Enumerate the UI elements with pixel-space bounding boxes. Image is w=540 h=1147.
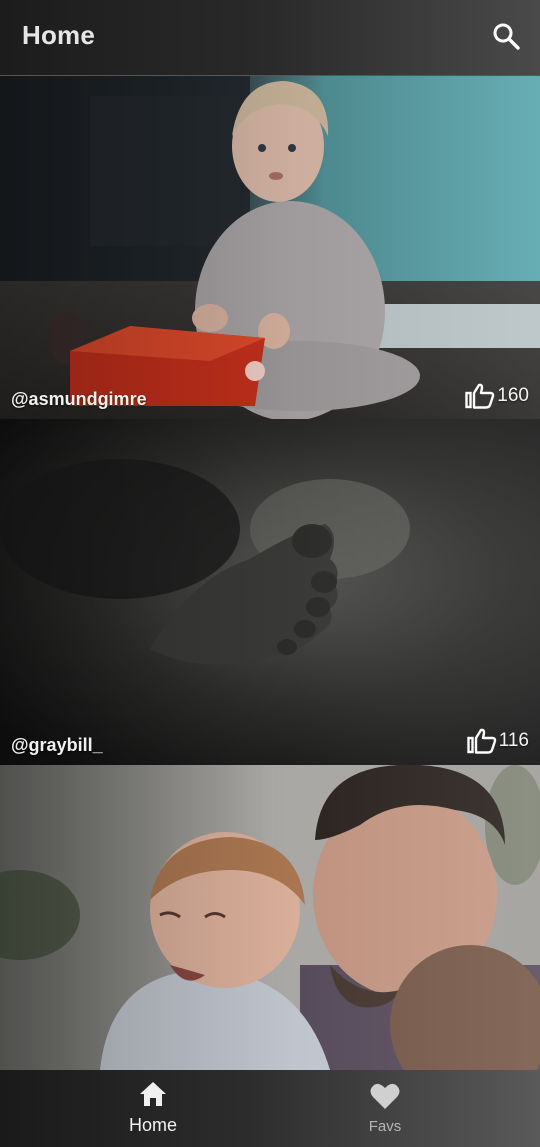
photo-feed[interactable]: @asmundgimre 160 @graybill_ 116 — [0, 76, 540, 1070]
thumbs-up-icon — [467, 728, 497, 754]
photo-baby-with-toy — [0, 76, 540, 419]
bottom-navigation: Home Favs — [0, 1070, 540, 1147]
home-icon — [139, 1081, 167, 1112]
author-handle[interactable]: @asmundgimre — [11, 389, 147, 410]
nav-favs-label: Favs — [368, 1118, 402, 1135]
like-button[interactable]: 160 — [465, 383, 529, 409]
like-button[interactable]: 116 — [467, 728, 529, 754]
like-count: 160 — [497, 385, 529, 406]
nav-home[interactable]: Home — [18, 1070, 288, 1147]
author-handle[interactable]: @graybill_ — [11, 735, 103, 756]
heart-icon — [370, 1082, 400, 1115]
photo-card[interactable] — [0, 765, 540, 1070]
app-bar: Home — [0, 0, 540, 76]
photo-baby-foot — [0, 419, 540, 765]
photo-father-and-baby — [0, 765, 540, 1070]
nav-favs[interactable]: Favs — [250, 1070, 520, 1147]
photo-card[interactable]: @asmundgimre 160 — [0, 76, 540, 419]
search-icon — [492, 22, 520, 55]
search-button[interactable] — [486, 18, 526, 58]
page-title: Home — [22, 20, 96, 50]
nav-home-label: Home — [128, 1115, 177, 1135]
like-count: 116 — [498, 730, 529, 751]
photo-card[interactable]: @graybill_ 116 — [0, 419, 540, 765]
thumbs-up-icon — [465, 383, 495, 409]
